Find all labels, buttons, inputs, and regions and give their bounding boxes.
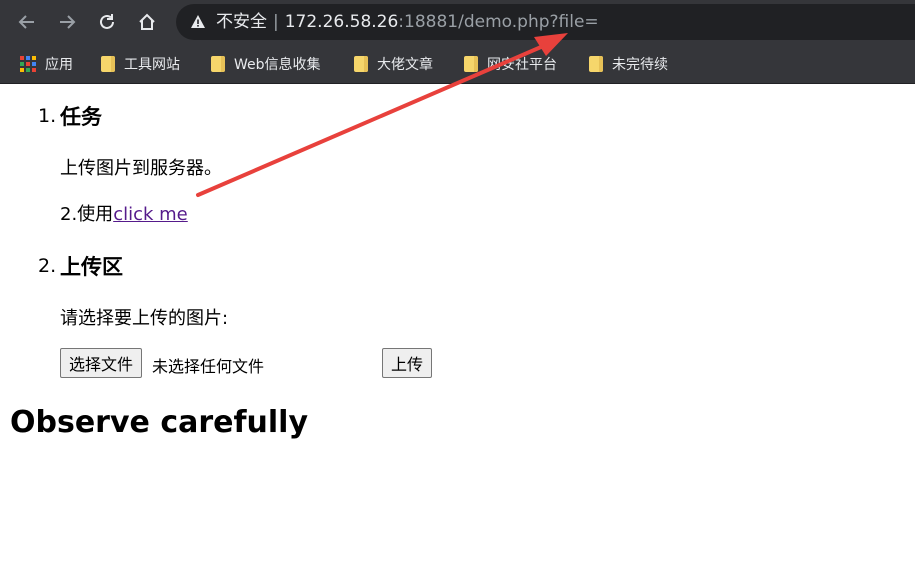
address-host: 172.26.58.26 <box>284 12 399 32</box>
section-heading-task: 任务 <box>60 105 102 129</box>
bookmark-label: 工具网站 <box>124 57 180 73</box>
bookmark-label: 未完待续 <box>612 57 668 73</box>
bookmarks-bar: 应用 工具网站 Web信息收集 大佬文章 网安社平台 未完待续 <box>0 44 915 84</box>
bookmark-label: Web信息收集 <box>234 57 321 73</box>
reload-icon <box>100 14 114 29</box>
page-content: 1. 任务 上传图片到服务器。 2.使用click me 2. 上传区 请选择要… <box>0 85 915 574</box>
folder-icon <box>101 56 115 72</box>
upload-prompt: 请选择要上传的图片: <box>60 308 229 329</box>
bookmark-platform[interactable]: 网安社平台 <box>464 53 557 75</box>
bookmark-todo[interactable]: 未完待续 <box>589 53 668 75</box>
folder-icon <box>589 56 603 72</box>
task-step-line: 2.使用click me <box>60 200 188 226</box>
address-bar[interactable]: 不安全 | 172.26.58.26:18881/demo.php?file= <box>176 4 915 40</box>
section-heading-upload: 上传区 <box>60 255 123 279</box>
home-icon <box>139 13 155 30</box>
address-separator: | <box>273 12 279 32</box>
folder-icon <box>211 56 225 72</box>
forward-arrow-icon <box>60 15 76 29</box>
forward-button[interactable] <box>56 11 78 33</box>
task-description: 上传图片到服务器。 <box>60 158 222 179</box>
upload-button[interactable]: 上传 <box>382 348 433 378</box>
bookmark-tools[interactable]: 工具网站 <box>101 53 180 75</box>
observe-heading: Observe carefully <box>10 405 309 440</box>
back-arrow-icon <box>18 15 34 29</box>
choose-file-button[interactable]: 选择文件 <box>60 348 143 378</box>
folder-icon <box>354 56 368 72</box>
warning-icon <box>191 15 205 28</box>
security-label: 不安全 <box>216 12 267 32</box>
address-path: :18881/demo.php?file= <box>398 12 599 32</box>
home-button[interactable] <box>136 11 158 33</box>
click-me-link[interactable]: click me <box>113 204 188 225</box>
bookmark-label: 应用 <box>45 57 73 73</box>
apps-grid-icon <box>20 56 36 72</box>
bookmark-label: 大佬文章 <box>377 57 433 73</box>
section-number: 1. <box>38 105 57 127</box>
address-text: 不安全 | 172.26.58.26:18881/demo.php?file= <box>216 12 599 32</box>
section-number: 2. <box>38 255 57 277</box>
no-file-chosen-text: 未选择任何文件 <box>152 357 265 376</box>
bookmark-apps[interactable]: 应用 <box>20 53 73 75</box>
browser-toolbar: 不安全 | 172.26.58.26:18881/demo.php?file= <box>0 0 915 44</box>
back-button[interactable] <box>16 11 38 33</box>
bookmark-articles[interactable]: 大佬文章 <box>354 53 433 75</box>
folder-icon <box>464 56 478 72</box>
bookmark-label: 网安社平台 <box>487 57 557 73</box>
task-step-prefix: 2.使用 <box>60 204 114 225</box>
reload-button[interactable] <box>96 11 118 33</box>
bookmark-web-info[interactable]: Web信息收集 <box>211 53 321 75</box>
